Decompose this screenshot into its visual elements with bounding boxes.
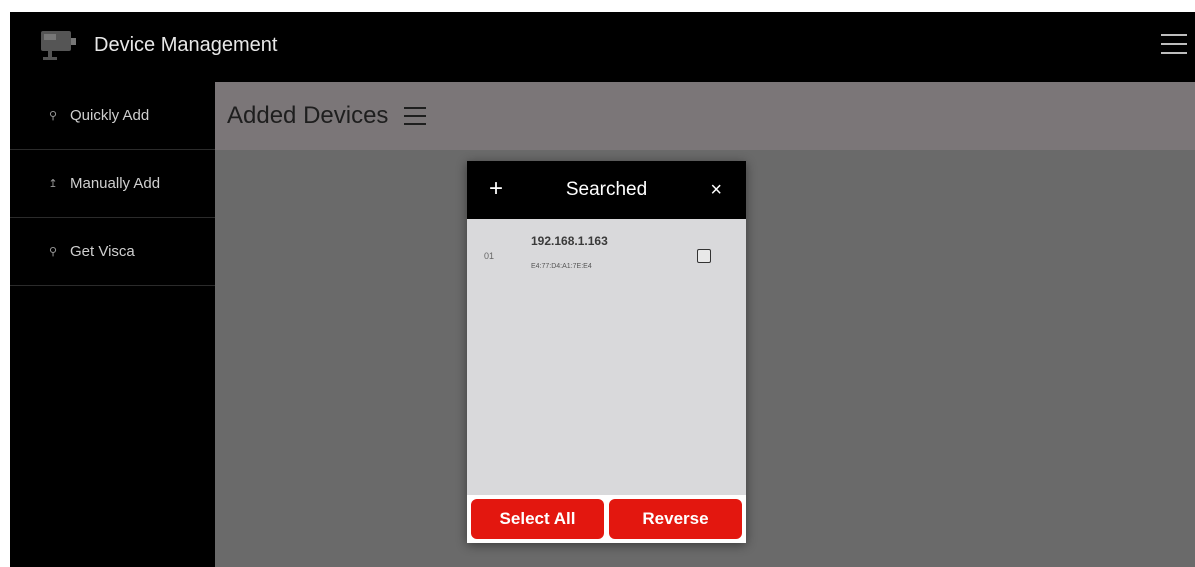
sidebar-item-get-visca[interactable]: ⚲ Get Visca: [10, 218, 215, 286]
searched-devices-dialog: + Searched × 01 192.168.1.163 E4:77:D4:A…: [467, 161, 746, 543]
reverse-button[interactable]: Reverse: [609, 499, 742, 539]
device-ip: 192.168.1.163: [531, 234, 608, 248]
tool-icon: ↥: [48, 178, 58, 190]
page-title: Added Devices: [227, 102, 389, 129]
top-bar: Device Management: [10, 12, 1195, 82]
dialog-title: Searched: [565, 179, 648, 200]
dialog-footer: Select All Reverse: [467, 495, 746, 543]
select-all-button[interactable]: Select All: [471, 499, 604, 539]
device-index: 01: [484, 251, 495, 261]
sidebar: ⚲ Quickly Add ↥ Manually Add ⚲ Get Visca: [10, 82, 215, 567]
close-icon[interactable]: ×: [710, 179, 722, 202]
hamburger-menu-icon[interactable]: [1161, 34, 1187, 60]
sidebar-item-manually-add[interactable]: ↥ Manually Add: [10, 150, 215, 218]
search-icon: ⚲: [48, 110, 58, 122]
search-icon: ⚲: [48, 246, 58, 258]
hamburger-menu-icon[interactable]: [404, 107, 427, 125]
main-header: Added Devices: [215, 82, 1195, 150]
device-mac: E4:77:D4:A1:7E:E4: [531, 263, 592, 270]
app-title: Device Management: [94, 34, 278, 56]
list-item[interactable]: 01 192.168.1.163 E4:77:D4:A1:7E:E4: [467, 219, 746, 289]
sidebar-item-label: Get Visca: [70, 243, 135, 260]
camera-icon: [41, 31, 76, 60]
sidebar-item-label: Quickly Add: [70, 107, 150, 124]
sidebar-item-label: Manually Add: [70, 175, 161, 192]
sidebar-item-quickly-add[interactable]: ⚲ Quickly Add: [10, 82, 215, 150]
dialog-header: + Searched ×: [467, 161, 746, 219]
device-checkbox[interactable]: [697, 249, 711, 263]
